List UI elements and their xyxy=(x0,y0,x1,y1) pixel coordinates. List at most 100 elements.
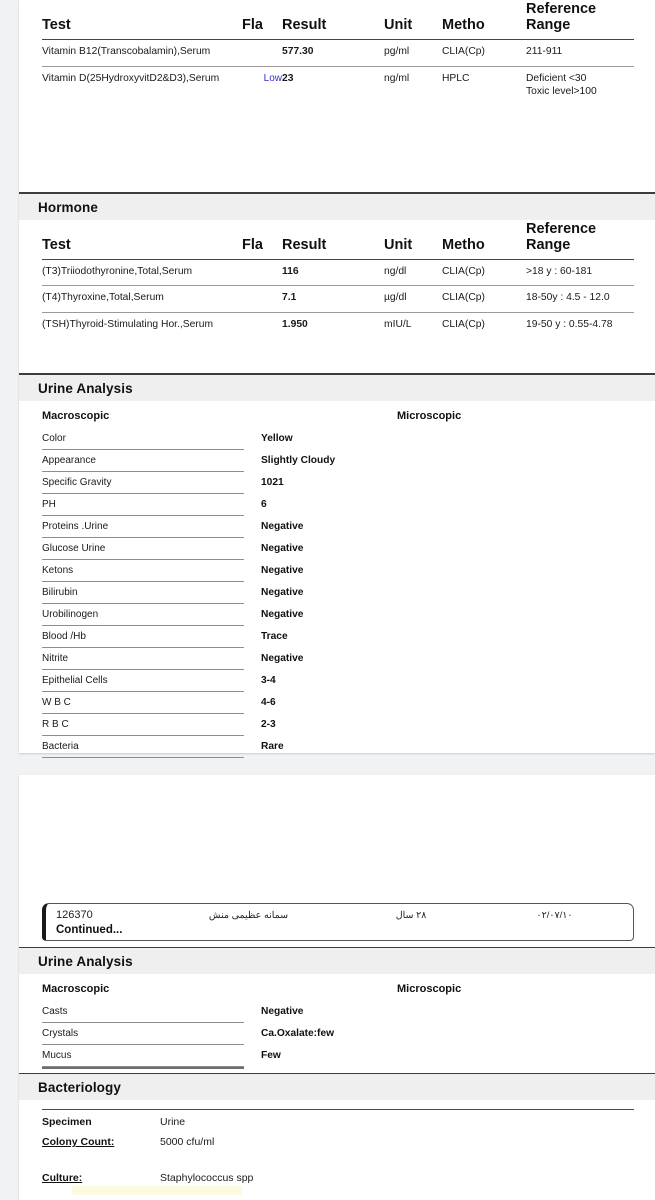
cell-method: CLIA(Cp) xyxy=(442,39,526,67)
bacteriology-row-key: Specimen xyxy=(42,1116,92,1128)
hormone-results-table: Test Fla Result Unit Metho Reference Ran… xyxy=(42,220,634,340)
urine-row-label: Appearance xyxy=(42,450,244,473)
label-macroscopic: Macroscopic xyxy=(42,983,110,995)
cell-reference: 211-911 xyxy=(526,39,634,67)
table-row: Vitamin B12(Transcobalamin),Serum 577.30… xyxy=(42,39,634,67)
urine-row: Glucose Urine Negative xyxy=(42,538,634,561)
urine-row: Proteins .Urine Negative xyxy=(42,516,634,539)
urine-row-value: Negative xyxy=(261,521,304,533)
cell-method: CLIA(Cp) xyxy=(442,258,526,286)
urine-row-value: Slightly Cloudy xyxy=(261,455,336,467)
urine-row-value: Ca.Oxalate:few xyxy=(261,1028,335,1039)
section-header-bacteriology: Bacteriology xyxy=(19,1073,655,1100)
bacteriology-row-key: Culture: xyxy=(42,1172,83,1184)
column-header-result: Result xyxy=(282,17,327,33)
urine-row-value: 6 xyxy=(261,499,267,511)
column-header-result: Result xyxy=(282,236,327,253)
urine-row: Mucus Few xyxy=(42,1045,634,1067)
urine-row-label: Proteins .Urine xyxy=(42,516,244,539)
cell-flag: Low xyxy=(242,65,282,106)
vitamin-results-table: Test Fla Result Unit Metho Reference Ran… xyxy=(42,0,634,106)
table-row: Vitamin D(25HydroxyvitD2&D3),Serum Low 2… xyxy=(42,65,634,106)
cell-test: (T3)Triiodothyronine,Total,Serum xyxy=(42,258,242,286)
urine-row-label: PH xyxy=(42,494,244,517)
cell-unit: ng/dl xyxy=(384,258,442,286)
label-microscopic: Microscopic xyxy=(397,983,462,995)
patient-id: 126370 xyxy=(56,909,93,921)
urine-row-value: 1021 xyxy=(261,477,284,489)
bacteriology-row: Culture: Staphylococcus spp xyxy=(42,1166,634,1186)
urine-row-list-cont: Casts Negative Crystals Ca.Oxalate:few Mucus… xyxy=(42,1001,634,1073)
highlight-marker xyxy=(72,1186,242,1195)
cell-flag xyxy=(242,39,282,67)
urine-row-label: Epithelial Cells xyxy=(42,670,244,693)
column-header-test: Test xyxy=(42,236,71,253)
urine-row: PH 6 xyxy=(42,494,634,517)
section-header-urine-analysis-cont: Urine Analysis xyxy=(19,947,655,974)
urine-row-label: Color xyxy=(42,428,244,451)
urine-row: Casts Negative xyxy=(42,1001,634,1023)
column-header-unit: Unit xyxy=(384,17,413,33)
patient-meta-row: ۰۲/۰۷/۱۰ ۲۸ سال سمانه عظیمی منش 126370 xyxy=(56,909,623,921)
table-row: (T4)Thyroxine,Total,Serum 7.1 µg/dl CLIA… xyxy=(42,285,634,313)
urine-row-label: R B C xyxy=(42,714,244,737)
column-header-unit: Unit xyxy=(384,236,413,253)
urine-row: W B C 4-6 xyxy=(42,692,634,715)
urine-row: Crystals Ca.Oxalate:few xyxy=(42,1023,634,1045)
cell-result: 7.1 xyxy=(282,285,384,313)
urine-row-label: Bilirubin xyxy=(42,582,244,605)
cell-unit: ng/ml xyxy=(384,65,442,106)
urine-row: Ketons Negative xyxy=(42,560,634,583)
bacteriology-row-value: Urine xyxy=(160,1116,186,1128)
urine-row: Bilirubin Negative xyxy=(42,582,634,605)
urine-row-value: Negative xyxy=(261,653,304,665)
column-header-method: Metho xyxy=(442,236,485,253)
table-header-row: Test Fla Result Unit Metho Reference Ran… xyxy=(42,0,634,40)
urine-row: Blood /Hb Trace xyxy=(42,626,634,649)
cell-unit: µg/dl xyxy=(384,285,442,313)
bacteriology-row-key: Colony Count: xyxy=(42,1136,115,1148)
urine-subheaders: Macroscopic Microscopic xyxy=(42,401,634,428)
urine-row-label: Mucus xyxy=(42,1045,244,1067)
urine-row-list: Color Yellow Appearance Slightly Cloudy Spec… xyxy=(42,428,634,762)
report-page-2: ۰۲/۰۷/۱۰ ۲۸ سال سمانه عظیمی منش 126370 C… xyxy=(19,775,655,1200)
cell-method: CLIA(Cp) xyxy=(442,312,526,340)
cell-reference: >18 y : 60-181 xyxy=(526,258,634,286)
patient-age: ۲۸ سال xyxy=(395,909,427,921)
bacteriology-spacer xyxy=(42,1150,634,1166)
urine-row-label: Casts xyxy=(42,1001,244,1023)
column-header-flag: Fla xyxy=(242,17,263,33)
cell-reference: Deficient <30 Toxic level>100 xyxy=(526,65,634,106)
bacteriology-row-value: 5000 cfu/ml xyxy=(160,1136,215,1148)
section-header-hormone: Hormone xyxy=(19,191,655,220)
urine-row-label: Glucose Urine xyxy=(42,538,244,561)
column-header-method: Metho xyxy=(442,17,485,33)
urine-row-value: Negative xyxy=(261,587,304,599)
urine-row: Urobilinogen Negative xyxy=(42,604,634,627)
cell-unit: pg/ml xyxy=(384,39,442,67)
cell-method: CLIA(Cp) xyxy=(442,285,526,313)
cell-flag xyxy=(242,285,282,313)
report-viewport: Test Fla Result Unit Metho Reference Ran… xyxy=(0,0,655,1200)
cell-test: (T4)Thyroxine,Total,Serum xyxy=(42,285,242,313)
cell-reference: 19-50 y : 0.55-4.78 xyxy=(526,312,634,340)
urine-row-value: 3-4 xyxy=(261,675,276,687)
bacteriology-row: Specimen Urine xyxy=(42,1110,634,1130)
urine-row: Color Yellow xyxy=(42,428,634,451)
section-header-urine-analysis: Urine Analysis xyxy=(19,373,655,402)
column-header-test: Test xyxy=(42,17,71,33)
urine-row-label: Specific Gravity xyxy=(42,472,244,495)
urine-row-value: Yellow xyxy=(261,433,293,445)
urine-row-value: 4-6 xyxy=(261,697,276,709)
urine-row-label: Crystals xyxy=(42,1023,244,1045)
urine-subheaders-cont: Macroscopic Microscopic xyxy=(42,974,634,1001)
urine-row-value: Negative xyxy=(261,543,304,555)
bacteriology-row-list: Specimen Urine Colony Count: 5000 cfu/ml Cul… xyxy=(42,1110,634,1186)
urine-table-bottom-rule xyxy=(42,1067,244,1069)
urine-row-label: W B C xyxy=(42,692,244,715)
table-row: (T3)Triiodothyronine,Total,Serum 116 ng/… xyxy=(42,258,634,286)
urine-row-label: Ketons xyxy=(42,560,244,583)
cell-result: 577.30 xyxy=(282,39,384,67)
urine-row-value: 2-3 xyxy=(261,719,276,731)
cell-flag xyxy=(242,312,282,340)
